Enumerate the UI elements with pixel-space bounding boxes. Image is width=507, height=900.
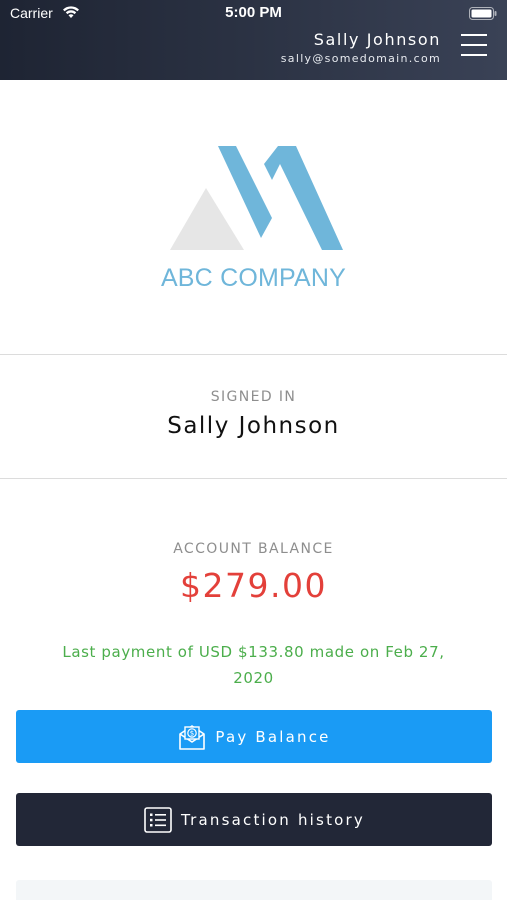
company-logo-text: ABC COMPANY — [160, 264, 347, 292]
account-balance-amount: $279.00 — [180, 566, 327, 605]
transaction-history-label: Transaction history — [181, 810, 365, 829]
account-balance-label: ACCOUNT BALANCE — [173, 541, 334, 557]
bottom-card — [16, 880, 492, 900]
divider — [0, 478, 507, 479]
company-logo-section: ABC COMPANY — [0, 80, 507, 354]
header-user-name: Sally Johnson — [313, 30, 441, 49]
app-header: Carrier 5:00 PM Sally Johnson sally@some… — [0, 0, 507, 80]
transaction-history-button[interactable]: Transaction history — [16, 793, 492, 846]
status-time: 5:00 PM — [225, 4, 282, 21]
company-logo-icon — [170, 146, 343, 250]
battery-icon — [469, 7, 497, 20]
money-envelope-icon: $ — [179, 724, 206, 750]
signed-in-name: Sally Johnson — [167, 413, 340, 439]
signed-in-section: SIGNED IN Sally Johnson — [0, 355, 507, 478]
list-icon — [144, 806, 172, 833]
pay-balance-label: Pay Balance — [215, 727, 331, 746]
hamburger-menu-icon[interactable] — [461, 34, 487, 56]
signed-in-label: SIGNED IN — [210, 389, 297, 405]
svg-text:$: $ — [190, 729, 194, 737]
header-user-info: Sally Johnson sally@somedomain.com — [281, 30, 441, 67]
header-user-email: sally@somedomain.com — [280, 52, 441, 65]
pay-balance-button[interactable]: $ Pay Balance — [16, 710, 492, 763]
status-bar: Carrier 5:00 PM — [0, 0, 507, 26]
last-payment-note: Last payment of USD $133.80 made on Feb … — [62, 643, 445, 687]
